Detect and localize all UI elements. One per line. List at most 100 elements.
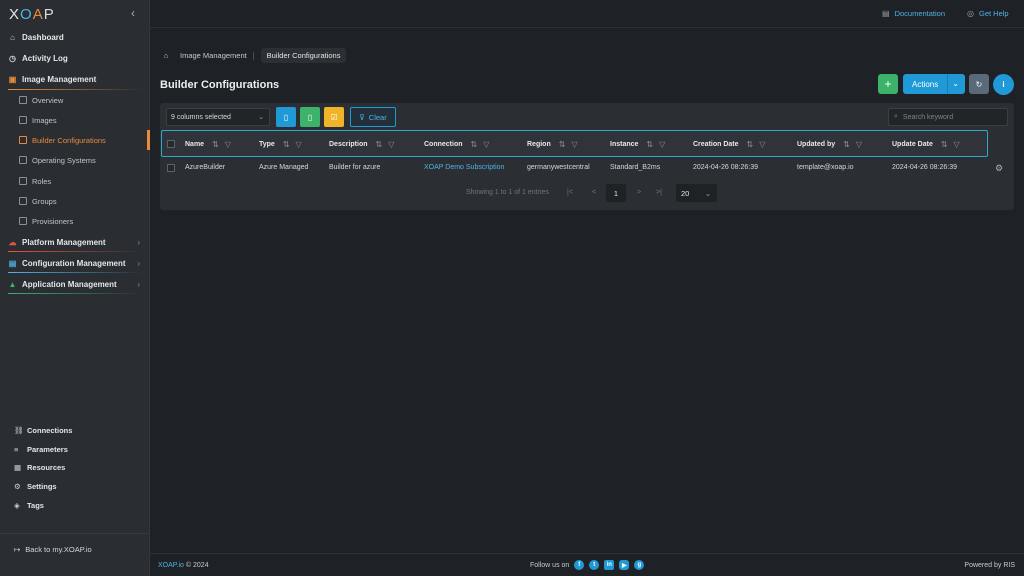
- last-page-button[interactable]: >|: [656, 189, 662, 196]
- sort-icon[interactable]: ⇅: [747, 140, 754, 149]
- nav-dashboard[interactable]: ⌂ Dashboard: [0, 28, 150, 46]
- next-page-button[interactable]: >: [637, 189, 641, 196]
- row-checkbox[interactable]: [167, 164, 175, 172]
- export-csv-button[interactable]: ▯: [276, 107, 296, 127]
- column-header-label: Region: [527, 141, 551, 148]
- column-header-update-date[interactable]: Update Date ⇅ ▽: [892, 140, 960, 149]
- help-icon: ◎: [967, 9, 974, 18]
- back-to-my-xoap-link[interactable]: ↦ Back to my.XOAP.io: [14, 545, 92, 554]
- filter-icon[interactable]: ▽: [296, 140, 302, 149]
- column-header-instance[interactable]: Instance ⇅ ▽: [610, 140, 665, 149]
- filter-icon[interactable]: ▽: [659, 140, 665, 149]
- sort-icon[interactable]: ⇅: [646, 140, 653, 149]
- dashboard-icon: ⌂: [10, 32, 15, 42]
- nav-configuration-management[interactable]: ▤ Configuration Management ›: [0, 254, 150, 272]
- column-header-label: Updated by: [797, 141, 836, 148]
- twitter-icon[interactable]: t: [589, 560, 600, 570]
- clear-label: Clear: [368, 112, 387, 122]
- current-page[interactable]: 1: [606, 184, 626, 202]
- home-icon[interactable]: ⌂: [160, 50, 172, 62]
- sidebar-item-images[interactable]: Images: [0, 111, 150, 129]
- nav-activity-log[interactable]: ◷ Activity Log: [0, 49, 150, 67]
- column-header-label: Creation Date: [693, 141, 739, 148]
- column-header-name[interactable]: Name ⇅ ▽: [185, 140, 231, 149]
- column-header-label: Update Date: [892, 141, 933, 148]
- select-all-checkbox[interactable]: [167, 140, 175, 148]
- prev-page-button[interactable]: <: [592, 189, 596, 196]
- back-link-label: Back to my.XOAP.io: [25, 545, 92, 554]
- filter-icon[interactable]: ▽: [571, 140, 577, 149]
- sort-icon[interactable]: ⇅: [212, 140, 219, 149]
- sidebar-item-groups[interactable]: Groups: [0, 192, 150, 210]
- column-header-label: Type: [259, 141, 275, 148]
- column-header-creation-date[interactable]: Creation Date ⇅ ▽: [693, 140, 765, 149]
- facebook-icon[interactable]: f: [574, 560, 585, 570]
- nav-platform-management[interactable]: ☁ Platform Management ›: [0, 233, 150, 251]
- breadcrumb-image-management[interactable]: Image Management: [180, 51, 247, 60]
- chevron-right-icon: ›: [137, 237, 140, 247]
- sidebar-item-label: Provisioners: [32, 216, 74, 226]
- sidebar-item-label: Operating Systems: [32, 155, 96, 165]
- filter-icon[interactable]: ▽: [483, 140, 489, 149]
- sort-icon[interactable]: ⇅: [559, 140, 566, 149]
- nav-resources-label: Resources: [27, 462, 66, 472]
- sidebar-item-builder-configurations[interactable]: Builder Configurations: [0, 131, 150, 149]
- filter-icon[interactable]: ▽: [856, 140, 862, 149]
- sidebar-item-roles[interactable]: Roles: [0, 172, 150, 190]
- row-settings-gear-icon[interactable]: ⚙: [995, 163, 1003, 174]
- cell-region: germanywestcentral: [527, 164, 590, 171]
- sort-icon[interactable]: ⇅: [843, 140, 850, 149]
- sort-icon[interactable]: ⇅: [941, 140, 948, 149]
- page-size-value: 20: [681, 188, 690, 198]
- export-excel-button[interactable]: ▯: [300, 107, 320, 127]
- get-help-link[interactable]: ◎ Get Help: [967, 9, 1009, 18]
- filter-icon[interactable]: ▽: [225, 140, 231, 149]
- collapse-sidebar-icon[interactable]: ‹: [131, 6, 135, 20]
- filter-icon[interactable]: ▽: [954, 140, 960, 149]
- clear-filters-button[interactable]: ⊽ Clear: [350, 107, 396, 127]
- column-header-connection[interactable]: Connection ⇅ ▽: [424, 140, 489, 149]
- sidebar-item-operating-systems[interactable]: Operating Systems: [0, 151, 150, 169]
- refresh-icon: ↻: [975, 79, 983, 89]
- sort-icon[interactable]: ⇅: [471, 140, 478, 149]
- cell-description: Builder for azure: [329, 164, 381, 171]
- column-header-region[interactable]: Region ⇅ ▽: [527, 140, 578, 149]
- nav-application-management[interactable]: ▲ Application Management ›: [0, 275, 150, 293]
- nav-settings[interactable]: ⚙ Settings: [0, 477, 150, 495]
- github-icon[interactable]: g: [634, 560, 645, 570]
- image-management-underline: [8, 89, 143, 90]
- sidebar-item-overview[interactable]: Overview: [0, 91, 150, 109]
- page-size-select[interactable]: 20 ⌄: [676, 184, 717, 202]
- link-icon: ⛓: [14, 425, 24, 435]
- filter-icon[interactable]: ▽: [388, 140, 394, 149]
- sort-icon[interactable]: ⇅: [283, 140, 290, 149]
- nav-resources[interactable]: ▦ Resources: [0, 458, 150, 476]
- refresh-button[interactable]: ↻: [969, 74, 989, 94]
- columns-select[interactable]: 9 columns selected ⌄: [166, 108, 270, 126]
- filter-icon[interactable]: ▽: [759, 140, 765, 149]
- add-button[interactable]: +: [878, 74, 898, 94]
- nav-parameters[interactable]: ≡ Parameters: [0, 440, 150, 458]
- youtube-icon[interactable]: ▶: [619, 560, 630, 570]
- linkedin-icon[interactable]: in: [604, 560, 615, 570]
- actions-dropdown[interactable]: Actions ⌄: [903, 74, 965, 94]
- sort-icon[interactable]: ⇅: [376, 140, 383, 149]
- sidebar-item-label: Groups: [32, 196, 57, 206]
- cell-connection-link[interactable]: XOAP Demo Subscription: [424, 164, 504, 171]
- info-button[interactable]: i: [993, 74, 1014, 95]
- nav-image-management[interactable]: ▣ Image Management: [0, 70, 150, 88]
- column-header-updated-by[interactable]: Updated by ⇅ ▽: [797, 140, 862, 149]
- export-pdf-button[interactable]: ☑: [324, 107, 344, 127]
- first-page-button[interactable]: |<: [567, 189, 573, 196]
- nav-connections[interactable]: ⛓ Connections: [0, 421, 150, 439]
- search-input[interactable]: ⌕ Search keyword: [888, 108, 1008, 126]
- builder-icon: [19, 136, 27, 144]
- column-header-description[interactable]: Description ⇅ ▽: [329, 140, 394, 149]
- footer-brand-link[interactable]: XOAP.io: [158, 562, 184, 569]
- nav-tags[interactable]: ◈ Tags: [0, 496, 150, 514]
- column-header-type[interactable]: Type ⇅ ▽: [259, 140, 302, 149]
- sidebar-item-provisioners[interactable]: Provisioners: [0, 212, 150, 230]
- documentation-link[interactable]: ▤ Documentation: [882, 9, 945, 18]
- cell-name[interactable]: AzureBuilder: [185, 164, 225, 171]
- xoap-logo[interactable]: XOAP: [9, 6, 55, 23]
